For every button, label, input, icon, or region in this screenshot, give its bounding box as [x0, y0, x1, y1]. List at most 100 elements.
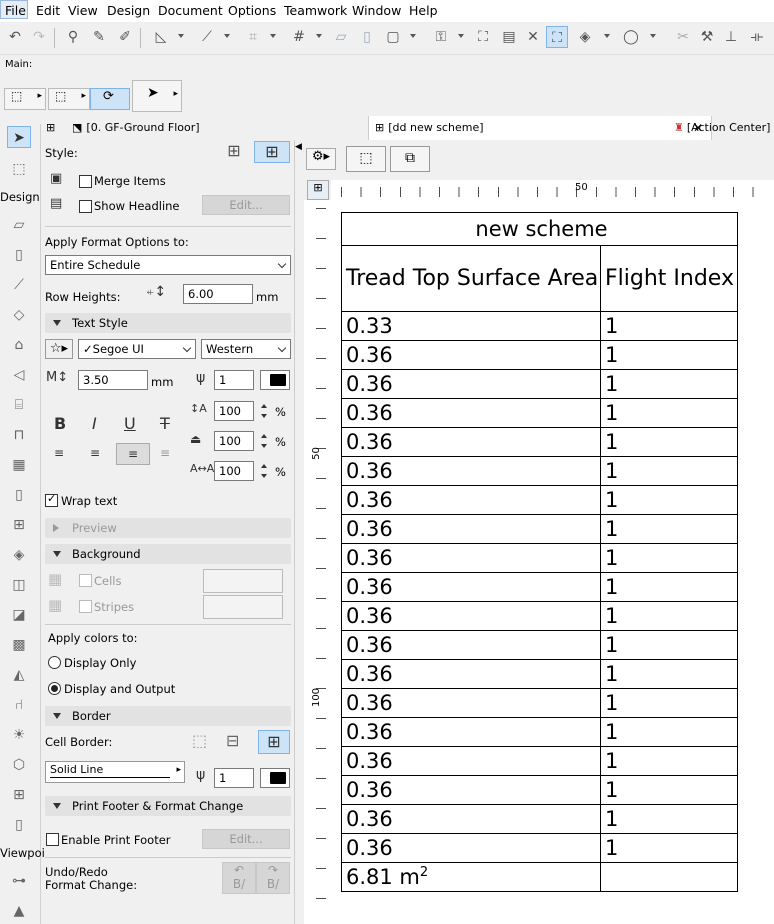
tab-schedule[interactable]: ⊞ [dd new scheme] ✕	[368, 116, 712, 140]
underline-icon[interactable]: U	[124, 414, 136, 433]
panel-splitter[interactable]: ◀	[294, 140, 303, 924]
table-row[interactable]: 0.36 1	[341, 659, 738, 689]
area-cell[interactable]: 0.33	[341, 311, 601, 341]
wrap-text-checkbox[interactable]: ✓	[45, 492, 58, 507]
enable-print-footer-checkbox[interactable]	[46, 833, 59, 846]
char-width-stepper[interactable]	[258, 430, 270, 452]
menu-view[interactable]: View	[68, 3, 98, 18]
trim-icon[interactable]: ✕	[522, 26, 544, 48]
angle-icon[interactable]: ◺	[150, 26, 172, 48]
total-empty-cell[interactable]	[600, 862, 738, 892]
area-cell[interactable]: 0.36	[341, 688, 601, 718]
line-spacing-input[interactable]: 100	[214, 401, 254, 421]
arrow-tool-dropdown[interactable]: ➤ ▸	[132, 80, 182, 112]
table-row[interactable]: 0.36 1	[341, 688, 738, 718]
curtain-wall-tool-icon[interactable]: ▦	[7, 454, 31, 476]
table-row[interactable]: 0.36 1	[341, 340, 738, 370]
area-cell[interactable]: 0.36	[341, 398, 601, 428]
elevation-icon[interactable]: ⊥	[720, 26, 742, 48]
border-pen-input[interactable]: 1	[214, 768, 254, 788]
door-tool-icon[interactable]: ▯	[7, 484, 31, 506]
fit-selection-icon[interactable]: ⬚	[346, 146, 386, 172]
stripes-color-picker[interactable]	[203, 595, 283, 619]
flight-index-cell[interactable]: 1	[600, 833, 738, 863]
menu-design[interactable]: Design	[107, 3, 150, 18]
table-row[interactable]: 0.36 1	[341, 630, 738, 660]
wall-tool-icon[interactable]: ▱	[7, 214, 31, 236]
area-cell[interactable]: 0.36	[341, 456, 601, 486]
pen-color-swatch[interactable]	[260, 370, 290, 390]
strikethrough-icon[interactable]: T	[160, 414, 170, 433]
chevron-down-icon[interactable]	[316, 34, 322, 38]
border-all-icon[interactable]: ⊞	[258, 730, 290, 754]
flight-index-cell[interactable]: 1	[600, 543, 738, 573]
area-cell[interactable]: 0.36	[341, 340, 601, 370]
area-cell[interactable]: 0.36	[341, 485, 601, 515]
text-style-section[interactable]: Text Style	[45, 313, 291, 333]
border-section[interactable]: Border	[45, 706, 291, 726]
font-select[interactable]: ✓Segoe UI	[78, 339, 196, 359]
border-color-swatch[interactable]	[260, 768, 290, 788]
grid-snap-icon[interactable]: #	[288, 26, 310, 48]
shell-tool-icon[interactable]: ◁	[7, 364, 31, 386]
style-grid-icon[interactable]: ⊞	[219, 141, 249, 163]
flight-index-cell[interactable]: 1	[600, 746, 738, 776]
edit-headline-button[interactable]: Edit...	[202, 195, 290, 215]
grid-view-icon[interactable]: ⊞	[46, 116, 55, 140]
text-size-input[interactable]: 3.50	[78, 370, 148, 390]
flight-index-cell[interactable]: 1	[600, 804, 738, 834]
flight-index-cell[interactable]: 1	[600, 340, 738, 370]
magic-wand-icon[interactable]: ⚲	[62, 26, 84, 48]
grid-tool-icon[interactable]: ⊞	[7, 784, 31, 806]
table-row[interactable]: 0.36 1	[341, 514, 738, 544]
chevron-down-icon[interactable]	[270, 34, 276, 38]
show-headline-checkbox[interactable]	[79, 200, 92, 213]
section-tool-icon[interactable]: ⊶	[7, 870, 31, 892]
char-spacing-stepper[interactable]	[258, 460, 270, 482]
rotate-view-button[interactable]: ⟳	[90, 88, 130, 110]
area-cell[interactable]: 0.36	[341, 746, 601, 776]
chevron-down-icon[interactable]	[224, 34, 230, 38]
flight-index-cell[interactable]: 1	[600, 775, 738, 805]
railing-tool-icon[interactable]: ⊓	[7, 424, 31, 446]
lamp-tool-icon[interactable]: ☀	[7, 724, 31, 746]
layer-icon[interactable]: ▢	[382, 26, 404, 48]
offset-icon[interactable]: ⟛	[746, 26, 768, 48]
char-spacing-input[interactable]: 100	[214, 461, 254, 481]
border-none-icon[interactable]: ⬚	[192, 731, 207, 750]
table-row[interactable]: 0.36 1	[341, 833, 738, 863]
tab-ground-floor[interactable]: ⬔ [0. GF-Ground Floor]	[72, 116, 200, 140]
char-width-input[interactable]: 100	[214, 431, 254, 451]
area-cell[interactable]: 0.36	[341, 427, 601, 457]
table-row[interactable]: 0.36 1	[341, 543, 738, 573]
area-cell[interactable]: 0.36	[341, 369, 601, 399]
background-section[interactable]: Background	[45, 544, 291, 564]
display-only-radio[interactable]	[48, 656, 61, 669]
selection-icon[interactable]: ⛶	[546, 26, 568, 48]
area-cell[interactable]: 0.36	[341, 833, 601, 863]
schedule-title[interactable]: new scheme	[341, 212, 738, 246]
zoom-schedule-icon[interactable]: ⧉	[390, 146, 430, 172]
align-right-icon[interactable]: ≡	[116, 443, 150, 465]
lock-icon[interactable]: ⚿	[430, 26, 452, 48]
undo-icon[interactable]: ↶	[4, 26, 26, 48]
stair-tool-icon[interactable]: ⌸	[7, 394, 31, 416]
align-center-icon[interactable]: ≡	[90, 446, 100, 460]
fill-icon[interactable]: ◈	[574, 26, 596, 48]
area-cell[interactable]: 0.36	[341, 659, 601, 689]
chevron-down-icon[interactable]	[650, 34, 656, 38]
cells-color-picker[interactable]	[203, 569, 283, 593]
format-redo-button[interactable]: ↷ B/	[256, 862, 290, 894]
chevron-down-icon[interactable]	[410, 34, 416, 38]
align-justify-icon[interactable]: ≡	[160, 446, 170, 460]
circle-tool-icon[interactable]: ◯	[620, 26, 642, 48]
chevron-down-icon[interactable]	[604, 34, 610, 38]
flight-index-cell[interactable]: 1	[600, 717, 738, 747]
table-row[interactable]: 0.36 1	[341, 804, 738, 834]
table-row[interactable]: 0.36 1	[341, 775, 738, 805]
table-row[interactable]: 0.36 1	[341, 427, 738, 457]
area-cell[interactable]: 0.36	[341, 775, 601, 805]
table-row[interactable]: 0.33 1	[341, 311, 738, 341]
total-row[interactable]: 6.81 m2	[341, 862, 738, 892]
table-row[interactable]: 0.36 1	[341, 746, 738, 776]
